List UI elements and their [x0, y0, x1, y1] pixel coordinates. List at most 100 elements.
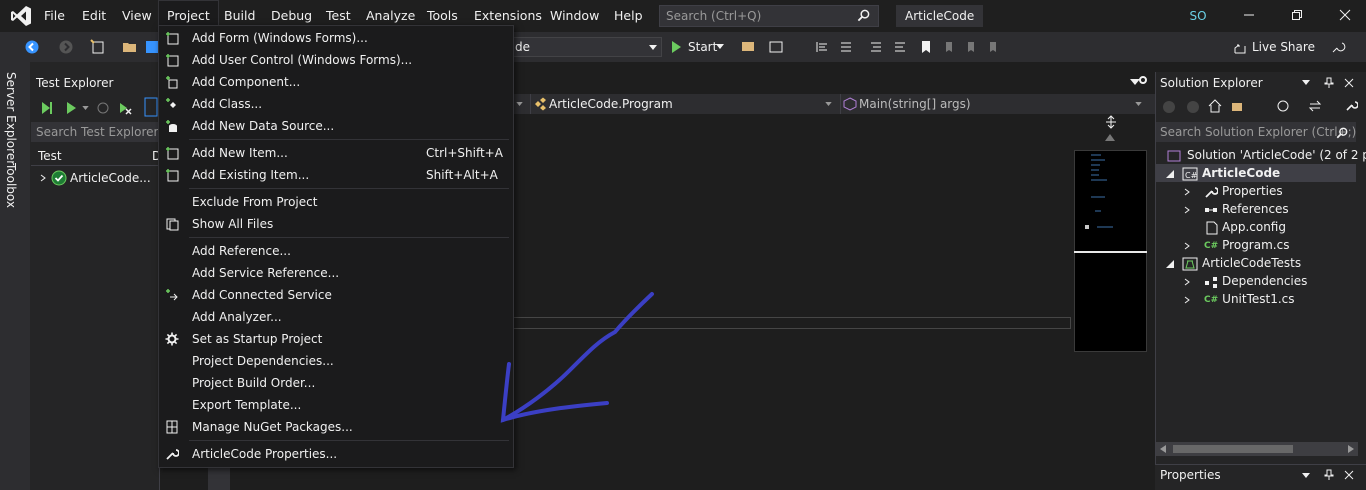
menu-item-project-build-order[interactable]: Project Build Order... — [159, 372, 513, 394]
align-left-icon[interactable] — [814, 39, 830, 55]
menu-edit[interactable]: Edit — [74, 0, 114, 32]
scroll-up-icon[interactable] — [1105, 134, 1115, 141]
menu-item-add-user-control[interactable]: Add User Control (Windows Forms)... — [159, 49, 513, 71]
menu-item-add-reference[interactable]: Add Reference... — [159, 240, 513, 262]
run-all-icon[interactable] — [40, 101, 54, 115]
start-chevron-down-icon[interactable] — [716, 44, 724, 49]
menu-item-add-form[interactable]: Add Form (Windows Forms)... — [159, 27, 513, 49]
sync-icon[interactable] — [1308, 99, 1322, 113]
menu-item-add-component[interactable]: Add Component... — [159, 71, 513, 93]
menu-item-show-all-files[interactable]: Show All Files — [159, 213, 513, 235]
tree-project-articlecode[interactable]: C# ArticleCode — [1156, 164, 1356, 182]
browse-icon[interactable] — [740, 39, 756, 55]
nav-member-dropdown[interactable]: Main(string[] args) — [840, 94, 1148, 114]
minimize-icon[interactable] — [1242, 8, 1256, 22]
clear-bookmarks-icon[interactable] — [986, 39, 1002, 55]
solution-search-input[interactable]: Search Solution Explorer (Ctrl+;) — [1156, 122, 1356, 142]
settings-gear-icon[interactable] — [1137, 74, 1149, 86]
align-icon[interactable] — [838, 39, 854, 55]
next-bookmark-icon[interactable] — [964, 39, 980, 55]
close-icon[interactable] — [1338, 8, 1352, 22]
menu-item-project-dependencies[interactable]: Project Dependencies... — [159, 350, 513, 372]
collapse-chevron-icon — [1166, 259, 1174, 268]
tree-unittest1-cs[interactable]: C# UnitTest1.cs — [1184, 290, 1295, 308]
open-folder-icon[interactable] — [122, 39, 138, 55]
menu-item-add-data-source[interactable]: Add New Data Source... — [159, 115, 513, 137]
scroll-right-icon[interactable] — [1348, 445, 1354, 453]
chevron-down-icon[interactable] — [1302, 80, 1310, 85]
server-explorer-tab[interactable]: Server Explorer — [4, 72, 18, 165]
pin-icon[interactable] — [1324, 77, 1334, 89]
start-button[interactable]: Start — [670, 37, 717, 57]
uncomment-icon[interactable] — [892, 39, 908, 55]
tree-app-config[interactable]: App.config — [1206, 218, 1286, 236]
home-icon[interactable] — [1208, 99, 1222, 113]
close-panel-icon[interactable] — [1344, 470, 1354, 480]
menu-item-project-properties[interactable]: ArticleCode Properties... — [159, 443, 513, 465]
chevron-down-icon[interactable] — [1302, 473, 1310, 478]
switch-views-icon[interactable] — [1230, 99, 1246, 113]
nav-class-dropdown[interactable]: ArticleCode.Program — [530, 94, 838, 114]
tree-references[interactable]: References — [1184, 200, 1289, 218]
menu-separator — [189, 188, 509, 189]
se-forward-icon[interactable] — [1186, 100, 1200, 114]
run-icon[interactable] — [64, 101, 78, 115]
menu-item-add-existing-item[interactable]: Add Existing Item... Shift+Alt+A — [159, 164, 513, 186]
solution-config-dropdown[interactable]: de — [510, 37, 662, 57]
menu-item-export-template[interactable]: Export Template... — [159, 394, 513, 416]
search-icon[interactable] — [857, 9, 870, 22]
menu-item-manage-nuget[interactable]: Manage NuGet Packages... — [159, 416, 513, 438]
menu-item-add-new-item[interactable]: Add New Item... Ctrl+Shift+A — [159, 142, 513, 164]
split-view-icon[interactable] — [1104, 115, 1118, 129]
menu-item-add-connected-service[interactable]: Add Connected Service — [159, 284, 513, 306]
cancel-run-icon[interactable] — [118, 101, 132, 115]
prev-bookmark-icon[interactable] — [940, 39, 956, 55]
visual-studio-logo-icon — [11, 6, 31, 26]
scroll-left-icon[interactable] — [1160, 445, 1166, 453]
search-input[interactable]: Search (Ctrl+Q) — [659, 5, 879, 27]
playlist-icon[interactable] — [144, 97, 158, 117]
menu-item-add-class[interactable]: Add Class... — [159, 93, 513, 115]
test-column-header[interactable]: Test D — [31, 146, 161, 166]
chevron-down-icon[interactable] — [82, 106, 89, 110]
new-project-icon[interactable] — [90, 39, 106, 55]
add-class-icon — [166, 98, 176, 108]
menu-file[interactable]: File — [36, 0, 73, 32]
add-new-item-icon — [166, 147, 179, 160]
feedback-icon[interactable] — [1330, 39, 1346, 55]
pending-changes-icon[interactable] — [1276, 99, 1290, 113]
menu-item-add-service-reference[interactable]: Add Service Reference... — [159, 262, 513, 284]
tree-solution[interactable]: Solution 'ArticleCode' (2 of 2 pro — [1167, 146, 1366, 164]
repeat-run-icon[interactable] — [96, 101, 110, 115]
solution-view-icon[interactable] — [768, 39, 784, 55]
connected-service-icon — [166, 289, 178, 301]
menu-view[interactable]: View — [114, 0, 160, 32]
chevron-down-icon[interactable] — [516, 102, 523, 106]
toolbox-tab[interactable]: Toolbox — [4, 163, 18, 208]
live-share-button[interactable]: Live Share — [1232, 37, 1315, 57]
solution-hscroll-thumb[interactable] — [1173, 445, 1293, 453]
tree-program-cs[interactable]: C# Program.cs — [1184, 236, 1289, 254]
comment-icon[interactable] — [868, 39, 884, 55]
restore-icon[interactable] — [1290, 8, 1304, 22]
close-panel-icon[interactable] — [1344, 78, 1354, 88]
search-icon[interactable] — [1336, 127, 1348, 139]
se-back-icon[interactable] — [1162, 100, 1176, 114]
tree-project-articlecodetests[interactable]: ArticleCodeTests — [1166, 254, 1301, 272]
wrench-icon[interactable] — [1344, 99, 1358, 113]
back-icon[interactable] — [24, 39, 40, 55]
tree-dependencies[interactable]: Dependencies — [1184, 272, 1307, 290]
user-avatar[interactable]: SO — [1186, 4, 1210, 28]
menu-item-set-startup-project[interactable]: Set as Startup Project — [159, 328, 513, 350]
pin-icon[interactable] — [1324, 469, 1334, 481]
editor-scrollbar[interactable] — [208, 466, 230, 490]
menu-help[interactable]: Help — [606, 0, 651, 32]
forward-icon[interactable] — [58, 39, 74, 55]
test-row[interactable]: ArticleCode... — [40, 168, 151, 188]
menu-item-add-analyzer[interactable]: Add Analyzer... — [159, 306, 513, 328]
bookmark-icon[interactable] — [918, 39, 934, 55]
menu-item-exclude-from-project[interactable]: Exclude From Project — [159, 191, 513, 213]
test-explorer-search-input[interactable]: Search Test Explorer — [31, 122, 160, 142]
tree-properties[interactable]: Properties — [1184, 182, 1283, 200]
menu-window[interactable]: Window — [542, 0, 607, 32]
